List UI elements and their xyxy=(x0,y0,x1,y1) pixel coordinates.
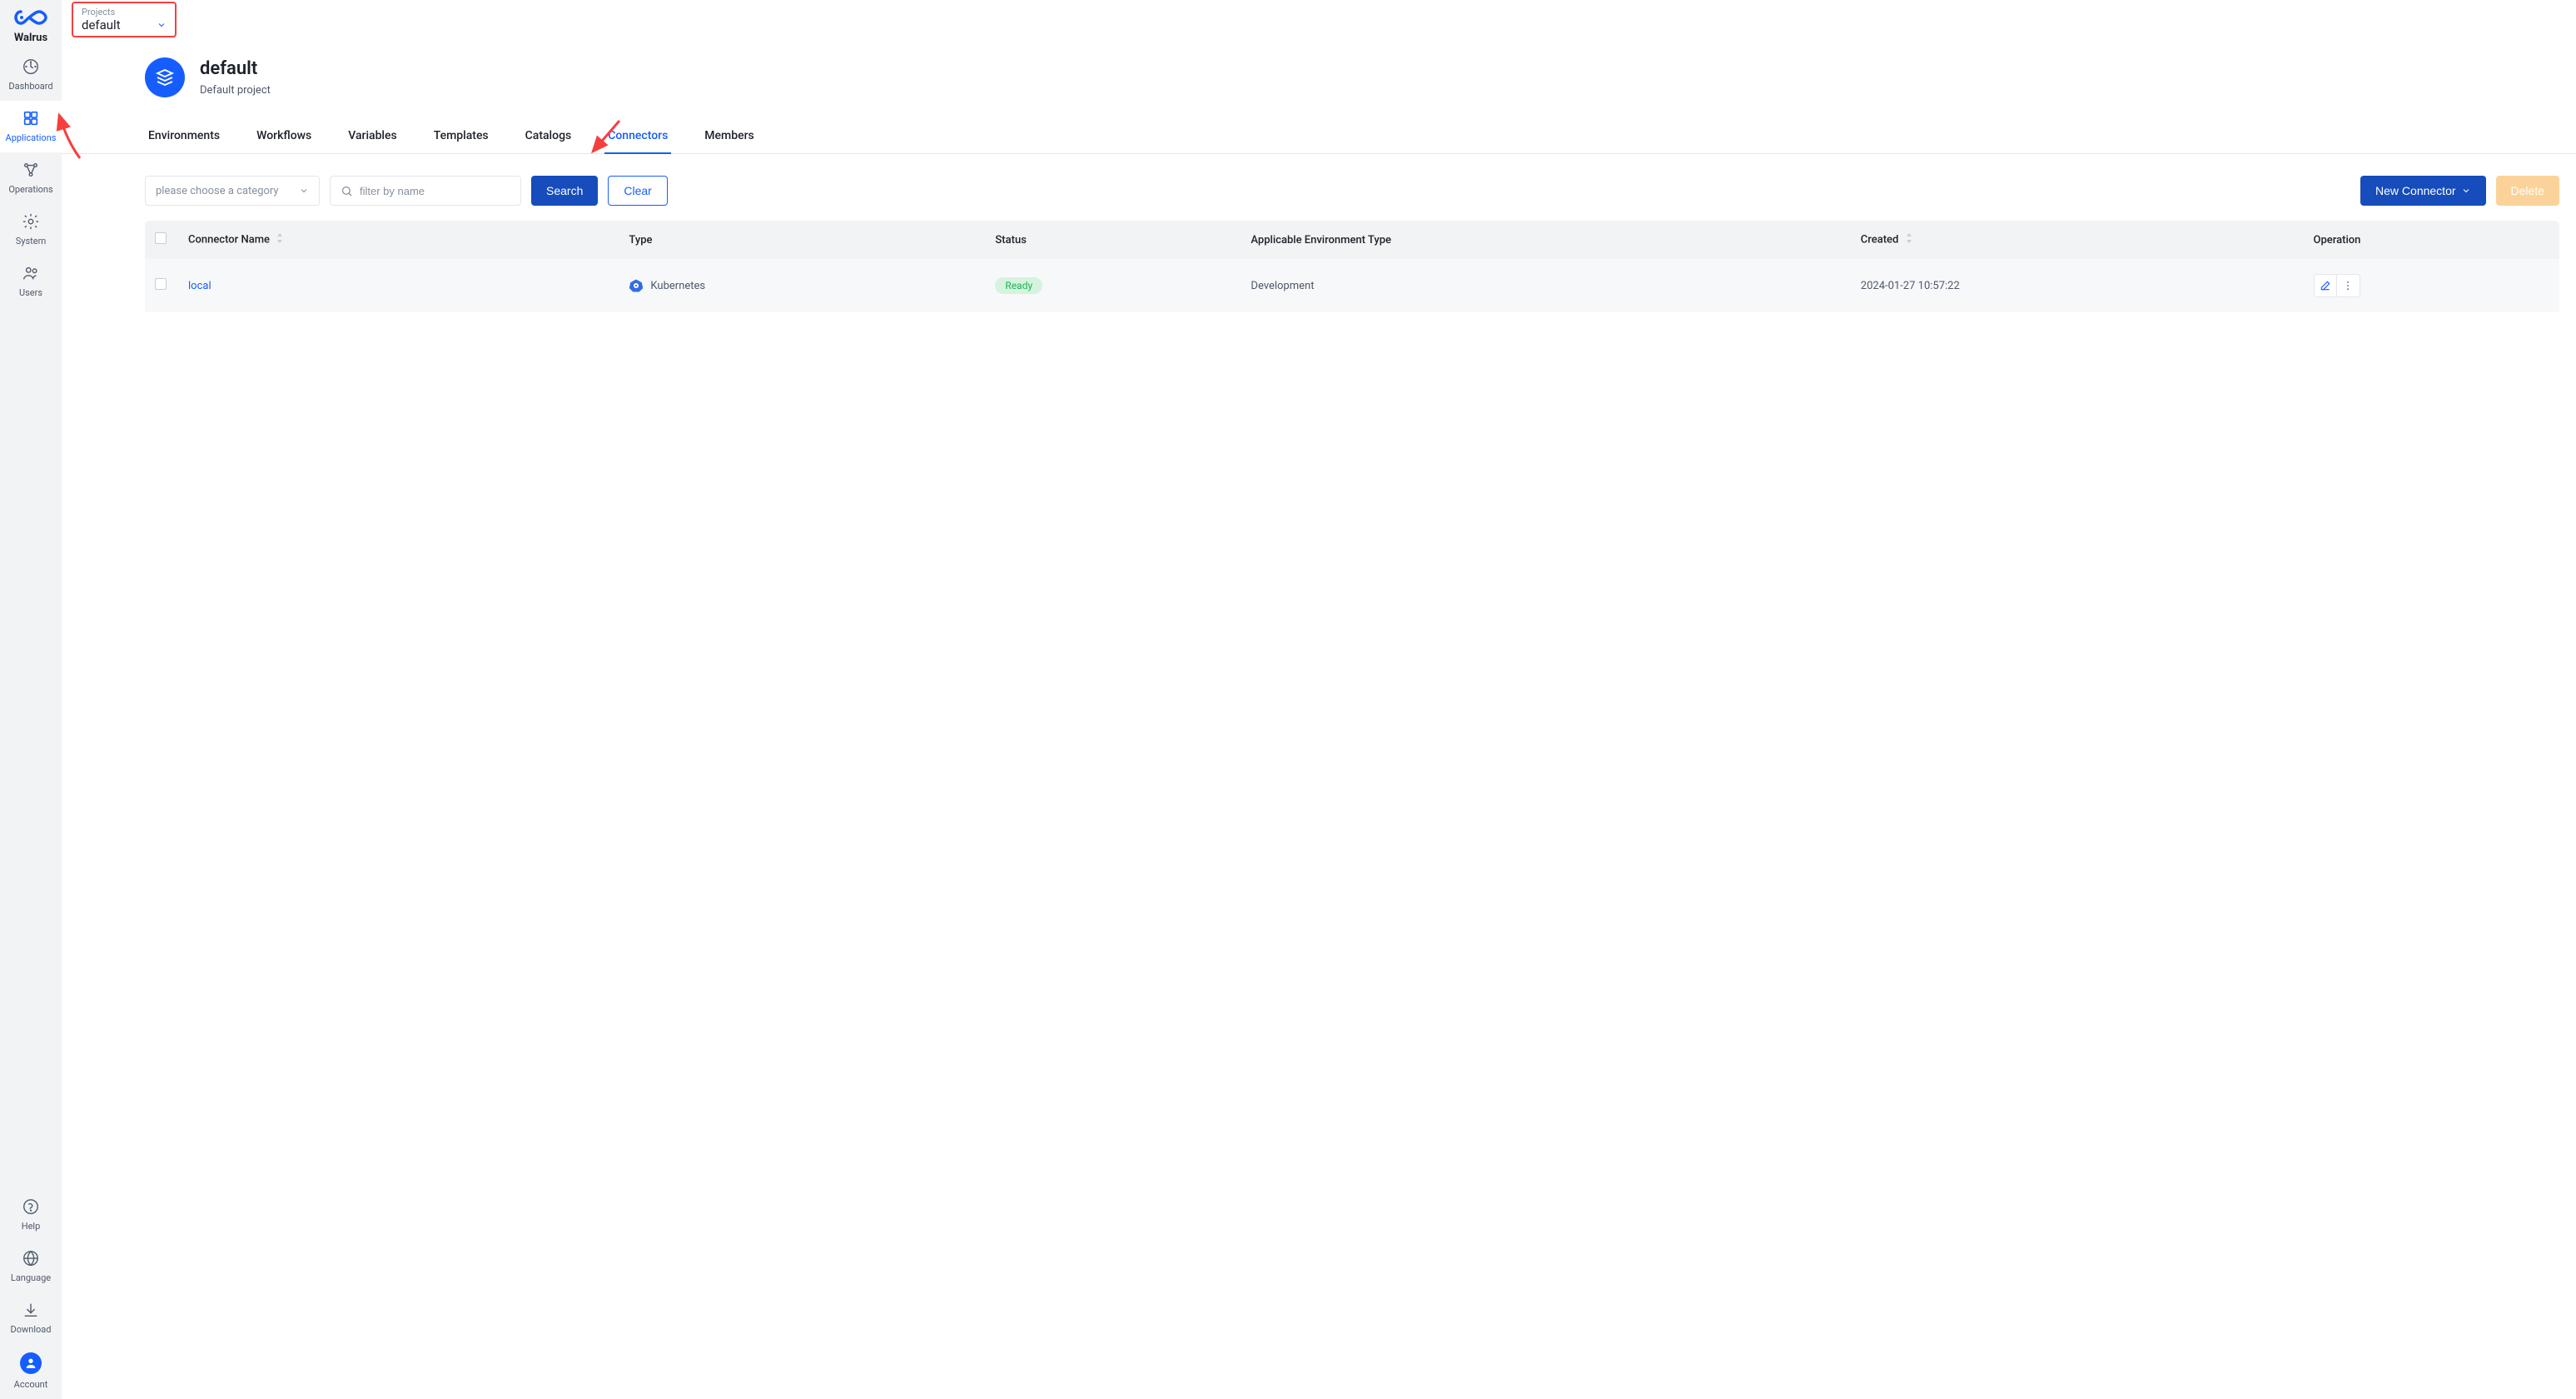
tabs: Environments Workflows Variables Templat… xyxy=(62,121,2576,154)
sidebar-item-account[interactable]: Account xyxy=(0,1344,62,1399)
connectors-table: Connector Name Type Status Applicable En… xyxy=(145,221,2559,312)
filter-input[interactable] xyxy=(360,185,510,197)
col-type: Type xyxy=(619,221,985,259)
walrus-logo-icon xyxy=(14,8,47,27)
sidebar-item-label: Users xyxy=(19,287,42,298)
sort-icon xyxy=(1905,233,1913,246)
new-connector-button[interactable]: New Connector xyxy=(2360,176,2486,206)
kubernetes-icon xyxy=(629,278,644,293)
col-operation: Operation xyxy=(2304,221,2559,259)
operations-icon xyxy=(22,161,40,179)
search-icon xyxy=(341,185,353,197)
sidebar-item-label: Applications xyxy=(6,132,57,143)
chevron-down-icon xyxy=(157,20,167,30)
tab-members[interactable]: Members xyxy=(701,121,757,154)
sidebar-item-operations[interactable]: Operations xyxy=(0,152,62,204)
tab-variables[interactable]: Variables xyxy=(345,121,400,154)
created-at: 2024-01-27 10:57:22 xyxy=(1861,280,1960,292)
gear-icon xyxy=(22,212,40,231)
sort-icon xyxy=(276,233,284,246)
connectors-table-wrap: Connector Name Type Status Applicable En… xyxy=(62,221,2576,312)
sidebar-item-label: System xyxy=(16,236,47,246)
dashboard-icon xyxy=(22,57,40,76)
clear-button[interactable]: Clear xyxy=(608,176,667,206)
logo: Walrus xyxy=(0,0,62,49)
tab-environments[interactable]: Environments xyxy=(145,121,223,154)
search-button[interactable]: Search xyxy=(531,176,598,206)
delete-button[interactable]: Delete xyxy=(2496,176,2559,206)
page-subtitle: Default project xyxy=(200,84,271,97)
sidebar-item-download[interactable]: Download xyxy=(0,1292,62,1344)
col-status: Status xyxy=(985,221,1241,259)
sidebar-item-label: Language xyxy=(11,1272,51,1283)
sidebar-item-label: Dashboard xyxy=(8,81,52,92)
edit-icon xyxy=(2320,280,2331,291)
sidebar-item-label: Operations xyxy=(8,184,52,195)
sidebar-item-help[interactable]: Help xyxy=(0,1189,62,1241)
users-icon xyxy=(22,264,40,282)
person-icon xyxy=(24,1357,37,1370)
select-all-checkbox[interactable] xyxy=(155,232,167,244)
filter-input-wrap xyxy=(330,176,521,206)
sidebar-item-language[interactable]: Language xyxy=(0,1241,62,1292)
sidebar-item-applications[interactable]: Applications xyxy=(0,101,62,152)
new-connector-label: New Connector xyxy=(2375,184,2456,197)
stack-icon xyxy=(155,67,175,87)
page-title: default xyxy=(200,58,271,79)
sidebar-item-users[interactable]: Users xyxy=(0,256,62,307)
sidebar-item-label: Help xyxy=(22,1221,41,1232)
sidebar-item-label: Account xyxy=(14,1379,48,1390)
chevron-down-icon xyxy=(2461,186,2471,196)
tab-workflows[interactable]: Workflows xyxy=(253,121,315,154)
connector-name-link[interactable]: local xyxy=(188,280,211,292)
globe-icon xyxy=(22,1249,40,1267)
account-avatar xyxy=(20,1352,42,1374)
col-connector-name[interactable]: Connector Name xyxy=(178,221,619,259)
tab-templates[interactable]: Templates xyxy=(430,121,492,154)
row-checkbox[interactable] xyxy=(155,278,167,290)
project-selector-label: Projects xyxy=(82,7,167,17)
tab-catalogs[interactable]: Catalogs xyxy=(522,121,575,154)
status-badge: Ready xyxy=(995,277,1042,294)
chevron-down-icon xyxy=(299,186,309,196)
project-selector-value: default xyxy=(82,17,121,32)
project-selector[interactable]: Projects default xyxy=(72,2,177,37)
help-icon xyxy=(22,1197,40,1216)
col-env-type: Applicable Environment Type xyxy=(1241,221,1850,259)
sidebar-item-dashboard[interactable]: Dashboard xyxy=(0,49,62,101)
tab-connectors[interactable]: Connectors xyxy=(604,121,671,154)
table-row: local Kubernetes Ready xyxy=(145,259,2559,312)
category-select[interactable]: please choose a category xyxy=(145,176,320,206)
page-header: default Default project xyxy=(62,42,2576,106)
connector-type: Kubernetes xyxy=(650,280,705,292)
more-vertical-icon xyxy=(2342,280,2354,291)
download-icon xyxy=(22,1301,40,1319)
sidebar-item-label: Download xyxy=(11,1324,52,1335)
applications-icon xyxy=(22,109,40,127)
sidebar: Walrus Dashboard Applications Operations xyxy=(0,0,62,1399)
project-avatar xyxy=(145,57,185,97)
logo-text: Walrus xyxy=(3,32,58,44)
col-created[interactable]: Created xyxy=(1851,221,2304,259)
category-placeholder: please choose a category xyxy=(156,185,279,197)
env-type: Development xyxy=(1251,280,1314,292)
toolbar: please choose a category Search Clear Ne… xyxy=(62,154,2576,221)
main-content: Projects default default Default project… xyxy=(62,0,2576,1399)
more-button[interactable] xyxy=(2337,274,2360,297)
sidebar-item-system[interactable]: System xyxy=(0,204,62,256)
edit-button[interactable] xyxy=(2314,274,2337,297)
